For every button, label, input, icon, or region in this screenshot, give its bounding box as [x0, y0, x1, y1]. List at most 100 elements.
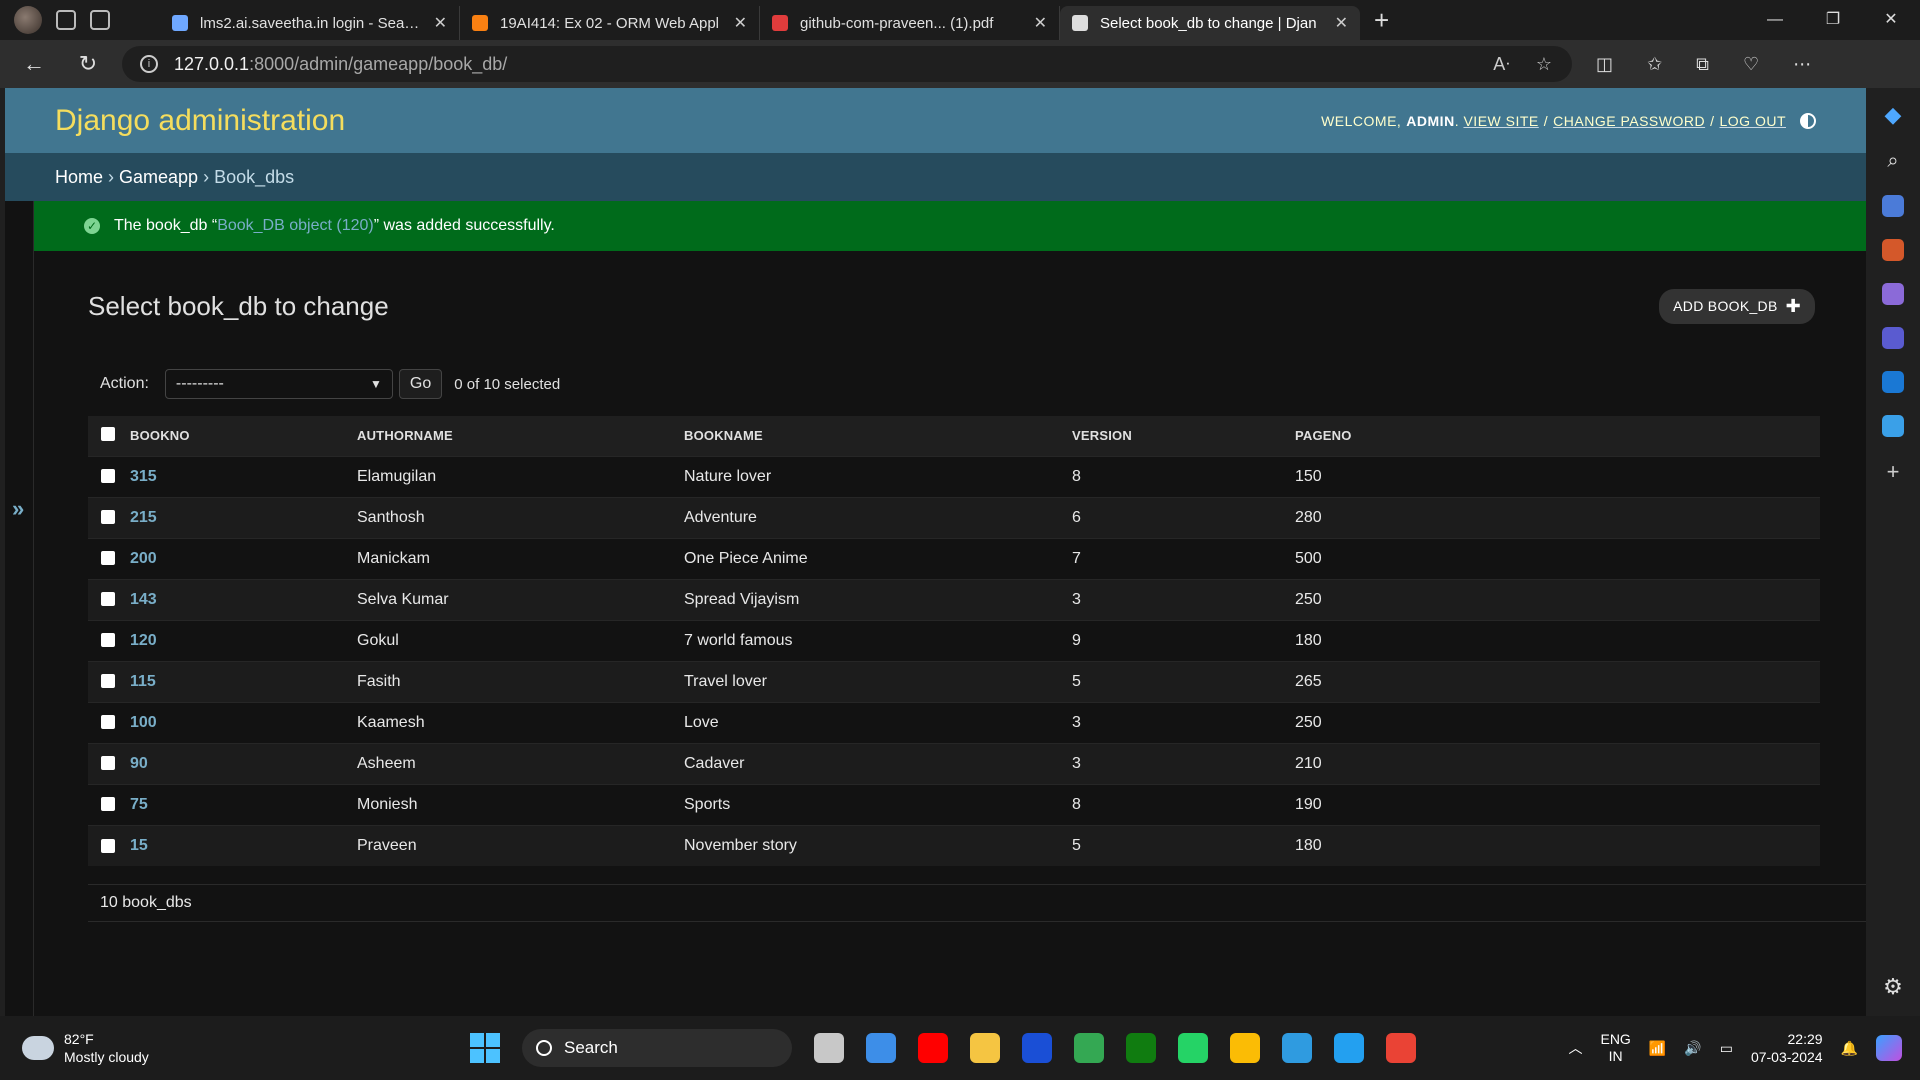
row-checkbox[interactable]	[101, 838, 115, 853]
vscode-icon[interactable]	[1334, 1033, 1364, 1063]
bookno-link[interactable]: 315	[130, 468, 157, 485]
bookno-link[interactable]: 120	[130, 632, 157, 649]
store-icon[interactable]	[866, 1033, 896, 1063]
wifi-icon[interactable]: 📶	[1649, 1040, 1666, 1057]
theme-toggle-icon[interactable]	[1800, 112, 1816, 129]
close-tab-icon[interactable]: ✕	[1034, 13, 1047, 33]
added-object-link[interactable]: Book_DB object (120)	[217, 217, 374, 235]
shopping-icon[interactable]	[1882, 195, 1904, 217]
browser-tab[interactable]: 19AI414: Ex 02 - ORM Web Appl ✕	[460, 6, 760, 40]
breadcrumb-gameapp[interactable]: Gameapp	[119, 167, 198, 188]
change-password-link[interactable]: CHANGE PASSWORD	[1553, 113, 1705, 129]
battery-icon[interactable]: ▭	[1720, 1040, 1733, 1057]
copilot-icon[interactable]: ◆	[1885, 102, 1902, 128]
row-checkbox[interactable]	[101, 510, 115, 525]
go-button[interactable]: Go	[398, 369, 443, 399]
tools-icon[interactable]	[1882, 239, 1904, 261]
new-tab-button[interactable]: +	[1374, 5, 1389, 36]
row-checkbox[interactable]	[101, 551, 115, 566]
notification-bell-icon[interactable]: 🔔	[1841, 1040, 1858, 1057]
workspaces-icon[interactable]	[56, 10, 76, 30]
back-icon[interactable]: ←	[14, 51, 54, 77]
bookno-link[interactable]: 215	[130, 509, 157, 526]
favorite-star-icon[interactable]: ☆	[1536, 54, 1552, 75]
tab-actions-icon[interactable]	[90, 10, 110, 30]
breadcrumb-home[interactable]: Home	[55, 167, 103, 188]
bookno-link[interactable]: 75	[130, 796, 148, 813]
row-checkbox[interactable]	[101, 797, 115, 812]
youtube-icon[interactable]	[918, 1033, 948, 1063]
select-all-checkbox[interactable]	[101, 426, 115, 441]
task-view-icon[interactable]	[814, 1033, 844, 1063]
row-checkbox[interactable]	[101, 633, 115, 648]
outlook-icon[interactable]	[1882, 371, 1904, 393]
nav-sidebar-toggle[interactable]: »	[5, 201, 34, 1016]
view-site-link[interactable]: VIEW SITE	[1463, 113, 1538, 129]
tab-title: 19AI414: Ex 02 - ORM Web Appl	[500, 14, 720, 32]
browser-tab[interactable]: github-com-praveen... (1).pdf ✕	[760, 6, 1060, 40]
chrome-icon[interactable]	[1074, 1033, 1104, 1063]
windows-start-icon[interactable]	[470, 1033, 500, 1063]
read-aloud-icon[interactable]: Aᐧ	[1493, 54, 1510, 75]
browser-tab[interactable]: Select book_db to change | Djan ✕	[1060, 6, 1360, 40]
more-menu-icon[interactable]: ⋯	[1793, 54, 1811, 75]
whatsapp-icon[interactable]	[1178, 1033, 1208, 1063]
column-header-bookname[interactable]: BOOKNAME	[684, 416, 1072, 456]
column-header-version[interactable]: VERSION	[1072, 416, 1295, 456]
m365-icon[interactable]	[1882, 327, 1904, 349]
favorites-icon[interactable]: ✩	[1647, 54, 1662, 75]
taskbar-search[interactable]: Search	[522, 1029, 792, 1067]
row-checkbox[interactable]	[101, 469, 115, 484]
add-sidebar-app-icon[interactable]: +	[1887, 459, 1900, 485]
copilot-taskbar-icon[interactable]	[1876, 1035, 1902, 1061]
column-header-bookno[interactable]: BOOKNO	[130, 416, 357, 456]
bookno-link[interactable]: 15	[130, 837, 148, 854]
chrome-profile2-icon[interactable]	[1386, 1033, 1416, 1063]
close-tab-icon[interactable]: ✕	[1335, 13, 1348, 33]
close-tab-icon[interactable]: ✕	[434, 13, 447, 33]
chrome-profile-icon[interactable]	[1230, 1033, 1260, 1063]
sidebar-search-icon[interactable]: ⌕	[1887, 150, 1898, 173]
add-book-db-button[interactable]: ADD BOOK_DB ✚	[1659, 288, 1815, 324]
browser-essentials-icon[interactable]: ♡	[1743, 54, 1759, 75]
edge-icon[interactable]	[1282, 1033, 1312, 1063]
close-tab-icon[interactable]: ✕	[734, 13, 747, 33]
bookno-link[interactable]: 115	[130, 673, 156, 690]
cell-pageno: 280	[1295, 496, 1820, 538]
clock[interactable]: 22:29 07-03-2024	[1751, 1030, 1823, 1066]
row-checkbox[interactable]	[101, 674, 115, 689]
row-checkbox[interactable]	[101, 592, 115, 607]
sidebar-settings-icon[interactable]: ⚙	[1883, 974, 1903, 1000]
weather-widget[interactable]: 82°F Mostly cloudy	[0, 1030, 440, 1066]
column-header-authorname[interactable]: AUTHORNAME	[357, 416, 684, 456]
minimize-icon[interactable]: —	[1746, 0, 1804, 40]
restore-icon[interactable]: ❐	[1804, 0, 1862, 40]
close-window-icon[interactable]: ✕	[1862, 0, 1920, 40]
row-checkbox[interactable]	[101, 756, 115, 771]
site-info-icon[interactable]: i	[140, 55, 158, 73]
log-out-link[interactable]: LOG OUT	[1719, 113, 1786, 129]
profile-avatar-icon[interactable]	[14, 6, 42, 34]
collections-icon[interactable]: ⧉	[1696, 54, 1709, 75]
bookno-link[interactable]: 143	[130, 591, 157, 608]
bookno-link[interactable]: 200	[130, 550, 157, 567]
bookno-link[interactable]: 100	[130, 714, 157, 731]
column-header-pageno[interactable]: PAGENO	[1295, 416, 1820, 456]
split-screen-icon[interactable]: ◫	[1596, 54, 1613, 75]
bookno-link[interactable]: 90	[130, 755, 148, 772]
xbox-icon[interactable]	[1126, 1033, 1156, 1063]
drop-icon[interactable]	[1882, 415, 1904, 437]
url-bar[interactable]: i 127.0.0.1:8000/admin/gameapp/book_db/ …	[122, 46, 1572, 82]
volume-icon[interactable]: 🔊	[1684, 1040, 1701, 1057]
site-name[interactable]: Django administration	[55, 104, 345, 138]
l-app-icon[interactable]	[1022, 1033, 1052, 1063]
refresh-icon[interactable]: ↻	[68, 51, 108, 77]
file-explorer-icon[interactable]	[970, 1033, 1000, 1063]
show-hidden-icons[interactable]: ︿	[1568, 1038, 1582, 1058]
row-checkbox[interactable]	[101, 715, 115, 730]
language-indicator[interactable]: ENG IN	[1600, 1031, 1630, 1065]
expand-sidebar-icon[interactable]: »	[12, 496, 24, 522]
action-select[interactable]: --------- ▼	[164, 369, 393, 399]
browser-tab[interactable]: lms2.ai.saveetha.in login - Search ✕	[160, 6, 460, 40]
games-icon[interactable]	[1882, 283, 1904, 305]
